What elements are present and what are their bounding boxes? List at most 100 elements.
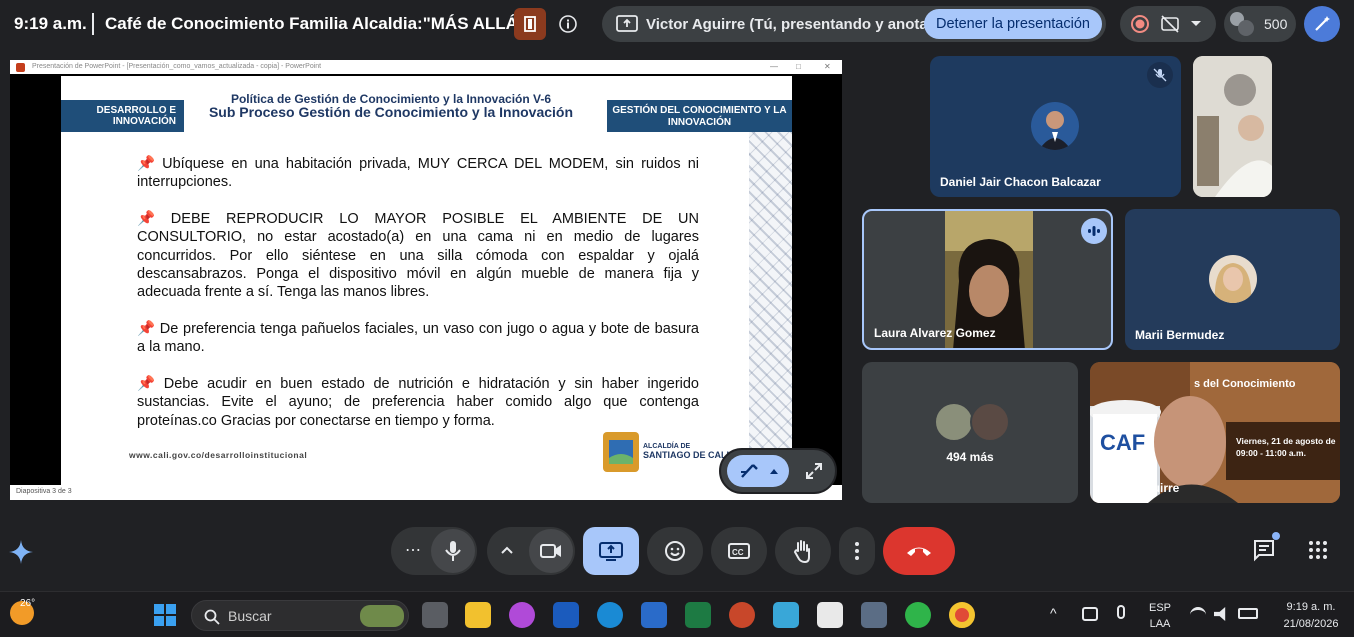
clock-time[interactable]: 9:19 a. m. [1272,601,1350,613]
chevron-up-icon[interactable] [501,546,513,554]
top-bar: 9:19 a.m. Café de Conocimiento Familia A… [0,0,1354,50]
virtual-background-date: Viernes, 21 de agosto de [1236,436,1336,446]
camera-control [487,527,575,575]
chrome-icon[interactable] [949,602,975,628]
wifi-icon[interactable] [1190,607,1206,619]
raise-hand-button[interactable] [775,527,831,575]
svg-text:CC: CC [732,548,744,557]
slide-subtitle: Sub Proceso Gestión de Conocimiento y la… [208,104,574,120]
meet-window: 9:19 a.m. Café de Conocimiento Familia A… [0,0,1354,637]
more-options-button[interactable] [839,527,875,575]
notepad-icon[interactable] [773,602,799,628]
chat-icon [1254,540,1274,562]
present-screen-icon [616,15,638,32]
task-view-icon[interactable] [422,602,448,628]
virtual-background-time: 09:00 - 11:00 a.m. [1236,448,1306,458]
slide-paragraph: 📌 Debe acudir en buen estado de nutrición… [137,376,699,429]
more-audio-options-icon[interactable]: ⋯ [405,540,421,560]
search-highlight-icon [360,605,404,627]
activities-button[interactable] [1308,540,1332,564]
ai-assist-button[interactable] [1304,6,1340,42]
snipping-tool-icon[interactable] [817,602,843,628]
clock-date[interactable]: 21/08/2026 [1272,618,1350,630]
edge-icon[interactable] [597,602,623,628]
participant-tile-daniel[interactable]: Daniel Jair Chacon Balcazar [930,56,1181,197]
participant-tile-victor[interactable]: CAF s del Conocimiento Viernes, 21 de ag… [1090,362,1340,503]
captions-button[interactable]: CC [711,527,767,575]
microphone-button[interactable] [431,529,475,573]
volume-icon[interactable] [1214,607,1226,621]
weather-temp: 26° [20,598,36,609]
info-icon[interactable] [556,12,580,36]
gemini-icon[interactable] [6,537,36,567]
present-screen-icon [599,542,623,561]
meeting-time: 9:19 a.m. [14,14,87,33]
language-code[interactable]: ESP [1146,602,1174,614]
participant-tile-camera[interactable] [1193,56,1272,197]
stop-presenting-button[interactable]: Detener la presentación [924,9,1102,39]
copilot-icon[interactable] [509,602,535,628]
store-icon[interactable] [641,602,667,628]
search-placeholder: Buscar [228,608,272,624]
captions-off-icon[interactable] [1160,14,1180,34]
more-participants-tile[interactable]: 494 más [862,362,1078,503]
taskbar-search[interactable]: Buscar [191,600,409,631]
windows-start-icon[interactable] [153,603,177,627]
powerpoint-icon [16,63,25,72]
avatar [1209,255,1257,303]
participant-tile-laura[interactable]: Laura Alvarez Gomez [862,209,1113,350]
reactions-button[interactable] [647,527,703,575]
present-now-button[interactable] [583,527,639,575]
people-button[interactable]: 500 [1224,6,1296,42]
shared-screen: Presentación de PowerPoint - [Presentaci… [10,60,842,500]
excel-icon[interactable] [685,602,711,628]
chat-button[interactable] [1252,532,1282,568]
microphone-tray-icon[interactable] [1117,605,1125,619]
more-vert-icon [855,542,859,560]
expand-button[interactable] [797,455,831,487]
pushpin-icon: 📌 [137,376,160,392]
participant-tile-marii[interactable]: Marii Bermudez [1125,209,1340,350]
presenting-indicator: Victor Aguirre (Tú, presentando y anota.… [602,6,1106,42]
video-camera-icon [540,544,561,558]
participant-count: 500 [1264,16,1288,32]
file-explorer-icon[interactable] [465,602,491,628]
chevron-down-icon[interactable] [1190,20,1202,28]
slide-paragraph: 📌 DEBE REPRODUCIR LO MAYOR POSIBLE EL AMB… [137,211,699,301]
slide-status-bar: Diapositiva 3 de 3 [10,485,842,500]
participant-name: Laura Alvarez Gomez [874,326,996,340]
presenting-text: Victor Aguirre (Tú, presentando y anota.… [646,16,941,33]
minimize-icon: — [770,62,778,71]
expand-icon [806,463,822,479]
avatar [1238,20,1254,36]
annotate-button[interactable] [727,455,789,487]
leave-call-button[interactable] [883,527,955,575]
recording-controls[interactable] [1120,6,1216,42]
word-icon[interactable] [553,602,579,628]
avatar [934,402,974,442]
keyboard-layout[interactable]: LAA [1146,618,1174,630]
close-icon: ✕ [824,62,831,71]
pushpin-icon: 📌 [137,156,159,172]
slide-paragraph: 📌 Ubíquese en una habitación privada, MUY… [137,156,699,191]
closed-captions-icon: CC [728,543,750,559]
hand-icon [793,540,810,563]
calculator-icon[interactable] [861,602,887,628]
network-off-icon[interactable] [1082,607,1098,621]
windows-taskbar: 26° Buscar ^ ESP LAA 9:19 a. m. 21/08/20… [0,591,1354,637]
divider [92,13,94,35]
whatsapp-icon[interactable] [905,602,931,628]
participant-name: Marii Bermudez [1135,328,1225,342]
chevron-up-icon[interactable]: ^ [1050,605,1057,621]
speaking-indicator-icon [1081,218,1107,244]
notification-dot [1272,532,1280,540]
powerpoint-icon[interactable] [729,602,755,628]
record-icon[interactable] [1130,14,1150,34]
camera-button[interactable] [529,529,573,573]
breakout-room-icon[interactable] [514,8,546,40]
maximize-icon: □ [796,62,801,71]
slide-paragraph: 📌 De preferencia tenga pañuelos faciales,… [137,321,699,356]
mic-control: ⋯ [391,527,477,575]
battery-charging-icon[interactable] [1238,608,1258,619]
meeting-title: Café de Conocimiento Familia Alcaldia:"M… [105,14,537,33]
